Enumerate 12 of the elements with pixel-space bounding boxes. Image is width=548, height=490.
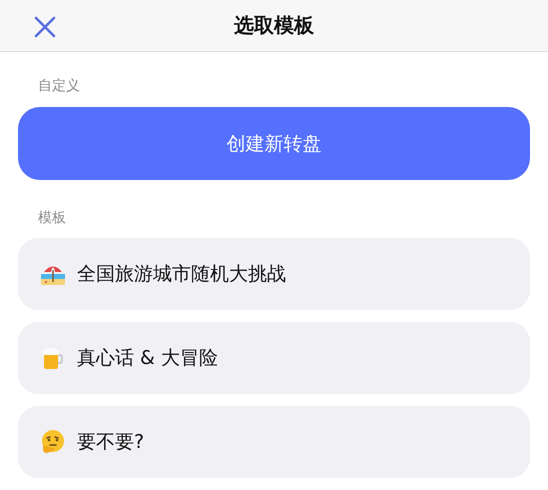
beer-mug-icon xyxy=(40,345,66,371)
template-name: 要不要? xyxy=(77,430,144,455)
thinking-face-icon xyxy=(40,429,66,455)
template-item[interactable]: 全国旅游城市随机大挑战 xyxy=(18,238,530,310)
section-label: 自定义 xyxy=(38,77,81,96)
template-item[interactable]: 真心话 & 大冒险 xyxy=(18,322,530,394)
template-name: 真心话 & 大冒险 xyxy=(77,346,218,371)
template-name: 全国旅游城市随机大挑战 xyxy=(77,262,286,287)
template-item[interactable]: 要不要? xyxy=(18,406,530,478)
page-title: 选取模板 xyxy=(234,12,314,39)
section-label: 模板 xyxy=(38,209,67,228)
create-wheel-button[interactable]: 创建新转盘 xyxy=(18,107,530,180)
